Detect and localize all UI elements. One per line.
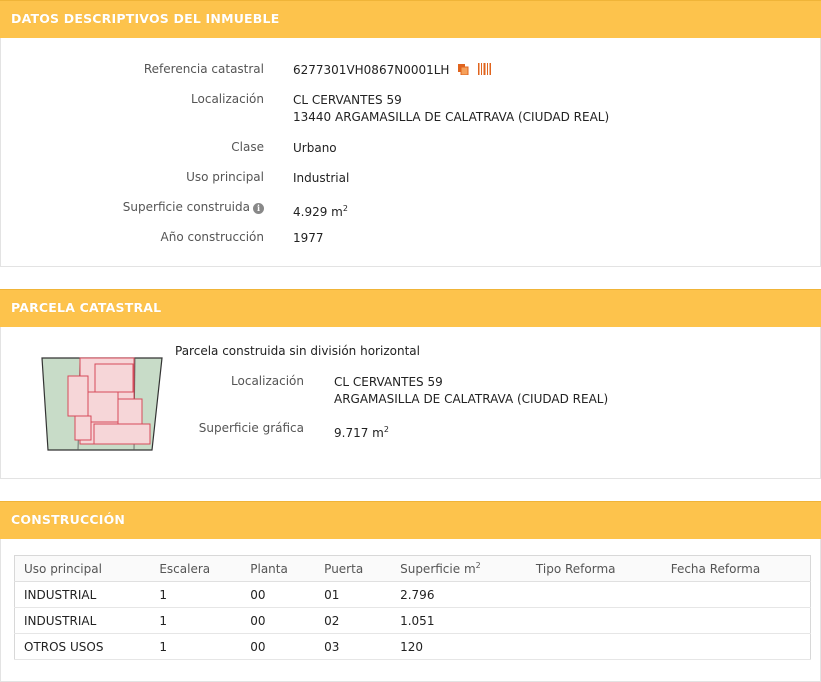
copy-icon[interactable]: [457, 63, 469, 80]
col-superficie: Superficie m2: [391, 555, 527, 582]
parcela-localizacion-line2: ARGAMASILLA DE CALATRAVA (CIUDAD REAL): [334, 392, 609, 406]
cell-superficie: 1.051: [391, 607, 527, 634]
col-puerta: Puerta: [315, 555, 392, 582]
cell-escalera: 1: [150, 581, 242, 608]
col-planta: Planta: [241, 555, 316, 582]
info-icon[interactable]: i: [253, 203, 264, 214]
parcela-localizacion-value: CL CERVANTES 59 ARGAMASILLA DE CALATRAVA…: [334, 374, 608, 408]
section-title-descriptivos: DATOS DESCRIPTIVOS DEL INMUEBLE: [11, 11, 280, 26]
localizacion-label: Localización: [191, 92, 264, 106]
section-header-construccion: CONSTRUCCIÓN: [0, 501, 821, 539]
cell-escalera: 1: [150, 633, 242, 660]
parcela-superficie-label: Superficie gráfica: [198, 421, 304, 435]
clase-label: Clase: [231, 140, 264, 154]
cell-superficie: 2.796: [391, 581, 527, 608]
cell-puerta: 03: [315, 633, 392, 660]
cell-puerta: 02: [315, 607, 392, 634]
cell-tipo-reforma: [526, 581, 662, 608]
localizacion-line2: 13440 ARGAMASILLA DE CALATRAVA (CIUDAD R…: [293, 110, 610, 124]
cell-uso: INDUSTRIAL: [14, 607, 151, 634]
table-header-row: Uso principal Escalera Planta Puerta Sup…: [14, 555, 811, 582]
cell-tipo-reforma: [526, 607, 662, 634]
cell-escalera: 1: [150, 607, 242, 634]
parcela-title: Parcela construida sin división horizont…: [175, 344, 420, 358]
section-header-parcela: PARCELA CATASTRAL: [0, 289, 821, 327]
cell-fecha-reforma: [661, 607, 811, 634]
referencia-value-wrap: 6277301VH0867N0001LH: [293, 62, 493, 80]
superficie-unit-exp: 2: [342, 204, 348, 213]
parcela-superficie-value: 9.717 m: [334, 426, 384, 440]
table-row: INDUSTRIAL 1 00 02 1.051: [14, 607, 811, 634]
parcela-superficie-value-wrap: 9.717 m2: [334, 421, 389, 442]
cell-uso: OTROS USOS: [14, 633, 151, 660]
section-title-construccion: CONSTRUCCIÓN: [11, 512, 126, 527]
cell-tipo-reforma: [526, 633, 662, 660]
referencia-label: Referencia catastral: [143, 62, 264, 76]
anio-label: Año construcción: [160, 230, 265, 244]
cell-fecha-reforma: [661, 581, 811, 608]
col-superficie-label: Superficie m: [400, 562, 476, 576]
cell-uso: INDUSTRIAL: [14, 581, 151, 608]
col-superficie-exp: 2: [475, 561, 481, 570]
anio-value: 1977: [293, 231, 324, 245]
table-row: OTROS USOS 1 00 03 120: [14, 633, 811, 660]
cell-planta: 00: [241, 607, 316, 634]
table-row: INDUSTRIAL 1 00 01 2.796: [14, 581, 811, 608]
superficie-value: 4.929 m: [293, 205, 343, 219]
cell-planta: 00: [241, 633, 316, 660]
superficie-label: Superficie construida: [122, 200, 250, 214]
cell-fecha-reforma: [661, 633, 811, 660]
col-escalera: Escalera: [150, 555, 242, 582]
barcode-icon[interactable]: [477, 63, 493, 80]
col-fecha-reforma: Fecha Reforma: [661, 555, 811, 582]
uso-value: Industrial: [293, 171, 350, 185]
col-uso-principal: Uso principal: [14, 555, 151, 582]
construccion-table: Uso principal Escalera Planta Puerta Sup…: [14, 555, 811, 660]
cell-planta: 00: [241, 581, 316, 608]
superficie-label-wrap: Superficie construida i: [123, 200, 264, 214]
cell-puerta: 01: [315, 581, 392, 608]
section-header-descriptivos: DATOS DESCRIPTIVOS DEL INMUEBLE: [0, 0, 821, 38]
parcela-localizacion-label: Localización: [231, 374, 304, 388]
parcel-map[interactable]: [40, 354, 164, 452]
superficie-value-wrap: 4.929 m2: [293, 200, 348, 221]
parcela-localizacion-line1: CL CERVANTES 59: [334, 375, 443, 389]
section-title-parcela: PARCELA CATASTRAL: [11, 300, 162, 315]
clase-value: Urbano: [293, 141, 337, 155]
parcela-superficie-exp: 2: [383, 425, 389, 434]
referencia-value[interactable]: 6277301VH0867N0001LH: [293, 63, 449, 77]
localizacion-line1: CL CERVANTES 59: [293, 93, 402, 107]
col-tipo-reforma: Tipo Reforma: [526, 555, 662, 582]
cell-superficie: 120: [391, 633, 527, 660]
localizacion-value: CL CERVANTES 59 13440 ARGAMASILLA DE CAL…: [293, 92, 609, 126]
uso-label: Uso principal: [186, 170, 264, 184]
